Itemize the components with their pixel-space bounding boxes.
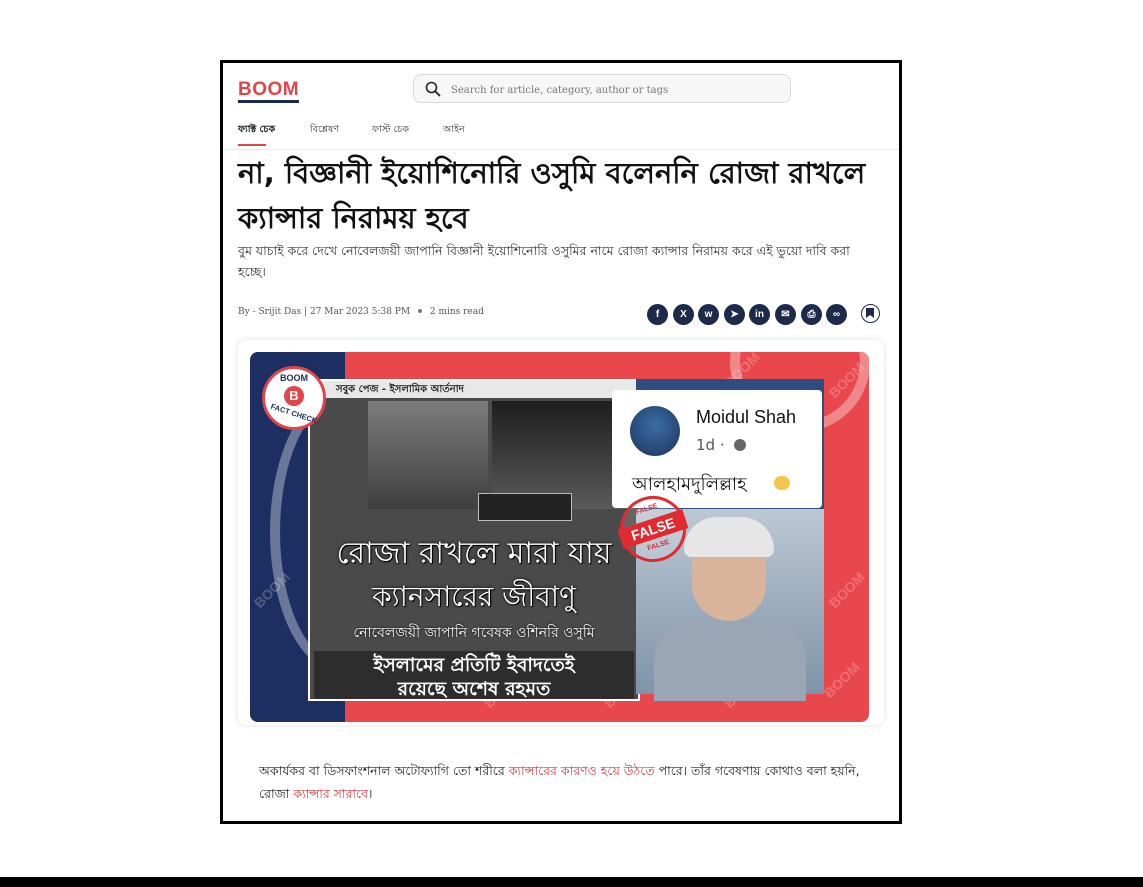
bookmark-icon[interactable] (861, 304, 880, 323)
misleading-post-screenshot: সবুক পেজ - ইসলামিক আর্তনাদ রোজা রাখলে মা… (308, 379, 640, 701)
post-line-5: রয়েছে অশেষ রহমত (397, 678, 551, 700)
badge-letter: B (284, 386, 304, 406)
bottom-border-bar (0, 877, 1143, 887)
author-name[interactable]: By - Srijit Das (238, 307, 301, 317)
tab-fact-check[interactable]: ফ্যাক্ট চেক (238, 123, 275, 138)
avatar (630, 406, 680, 456)
fb-user-name: Moidul Shah (696, 407, 797, 427)
post-line-1: রোজা রাখলে মারা যায় (336, 536, 612, 571)
search-bar[interactable] (413, 74, 791, 103)
post-caption: সবুক পেজ - ইসলামিক আর্তনাদ (310, 381, 638, 398)
email-share-icon[interactable]: ✉ (775, 304, 796, 325)
boom-watermark: BOOM (820, 658, 863, 702)
page-logo (478, 493, 572, 521)
tab-analysis[interactable]: বিশ্লেষণ (310, 123, 339, 138)
publish-date: 27 Mar 2023 5:38 PM (309, 307, 411, 317)
active-tab-indicator (238, 144, 266, 146)
article-headline: না, বিজ্ঞানী ইয়োশিনোরি ওসুমি বলেননি রোজ… (238, 156, 866, 235)
body-link-cancer-cure[interactable]: ক্যান্সার সারাবে (293, 786, 368, 801)
fact-check-image: BOOM BOOM BOOM BOOM BOOM BOOM BOOM BOOM … (250, 352, 869, 722)
search-icon (425, 81, 441, 97)
bookmark-glyph (866, 308, 874, 318)
tab-law[interactable]: আইন (443, 123, 465, 138)
badge-top-text: BOOM (280, 373, 308, 383)
globe-icon (734, 439, 746, 451)
post-line-2: ক্যানসারের জীবাণু (372, 580, 576, 613)
body-text-3: । (368, 786, 373, 801)
boom-logo[interactable]: BOOM (238, 79, 300, 103)
linkedin-share-icon[interactable]: in (749, 304, 770, 325)
boom-fact-check-badge: BOOM B FACT CHECK (262, 366, 326, 430)
tab-fast-check[interactable]: ফাস্ট চেক (372, 123, 409, 138)
article-body-paragraph: অকার্যকর বা ডিসফাংশনাল অটোফ্যাগি তো শরীর… (259, 759, 879, 805)
portrait-hair (684, 517, 774, 557)
read-time: 2 mins read (429, 307, 484, 317)
facebook-share-icon[interactable]: f (647, 304, 668, 325)
byline-dot (417, 309, 422, 313)
body-link-cancer-cause[interactable]: ক্যান্সারের কারণও হয়ে উঠতে (509, 763, 655, 778)
article-subtitle: বুম যাচাই করে দেখে নোবেলজয়ী জাপানি বিজ্… (238, 243, 850, 279)
print-icon[interactable]: ⎙ (801, 304, 822, 325)
fb-post-time: 1d · (696, 436, 725, 454)
hero-image-card: BOOM BOOM BOOM BOOM BOOM BOOM BOOM BOOM … (238, 340, 884, 725)
scientist-photo (368, 401, 488, 509)
telegram-share-icon[interactable]: ➤ (724, 304, 745, 325)
portrait-body (654, 621, 806, 701)
post-line-3: নোবেলজয়ী জাপানি গবেষক ওশিনরি ওসুমি (353, 625, 595, 641)
praying-hands-icon (774, 476, 790, 490)
whatsapp-share-icon[interactable]: w (698, 304, 719, 325)
facebook-post-card: Moidul Shah 1d · আলহামদুলিল্লাহ (612, 390, 822, 508)
search-input[interactable] (449, 79, 783, 101)
screenshot-frame: BOOM ফ্যাক্ট চেক বিশ্লেষণ ফাস্ট চেক আইন … (220, 60, 902, 824)
x-share-icon[interactable]: X (673, 304, 694, 325)
logo-text: BOOM (238, 79, 300, 103)
nav-divider (223, 149, 899, 150)
copy-link-icon[interactable]: ∞ (826, 304, 847, 325)
boom-watermark: BOOM (825, 568, 868, 612)
body-text-1: অকার্যকর বা ডিসফাংশনাল অটোফ্যাগি তো শরীর… (259, 763, 509, 778)
article-byline: By - Srijit Das | 27 Mar 2023 5:38 PM 2 … (238, 307, 484, 317)
